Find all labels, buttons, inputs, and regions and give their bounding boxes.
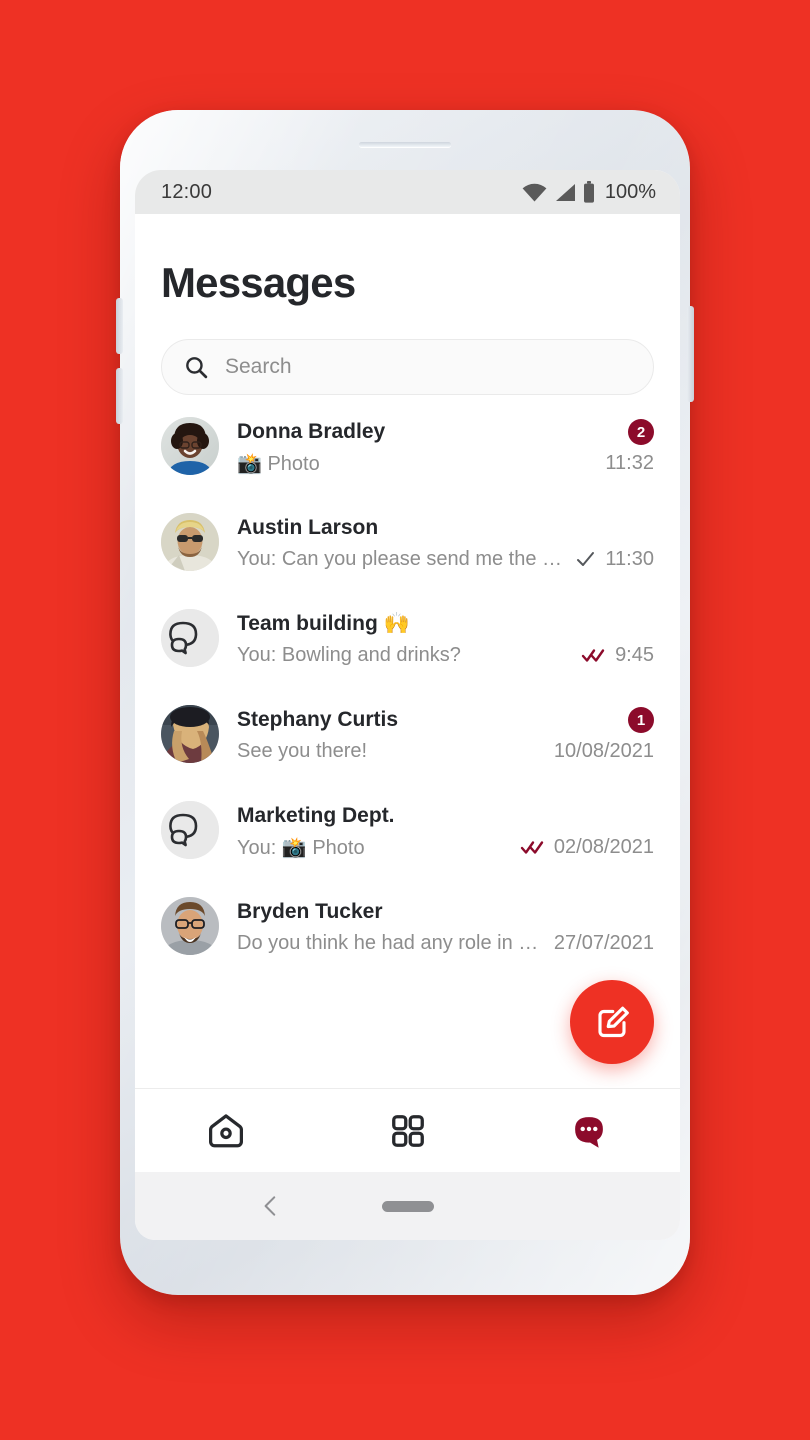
conversation-content: Bryden Tucker Do you think he had any ro… (237, 891, 654, 959)
conversation-name: Team building 🙌 (237, 612, 410, 635)
conversation-preview: You: 📸 Photo (237, 836, 365, 859)
status-bar: 12:00 100% (135, 170, 680, 214)
conversation-meta: 10/08/2021 (554, 740, 654, 763)
phone-screen: 12:00 100% Messages Search Donna Bradley… (135, 170, 680, 1240)
conversation-name: Marketing Dept. (237, 804, 395, 827)
conversation-preview: See you there! (237, 739, 368, 762)
bottom-tab-bar (135, 1088, 680, 1172)
compose-icon (598, 1006, 629, 1038)
tab-messages[interactable] (498, 1089, 680, 1172)
earpiece-speaker (359, 142, 451, 147)
power-button[interactable] (687, 306, 694, 402)
unread-badge: 2 (628, 419, 654, 445)
conversation-content: Austin Larson You: Can you please send m… (237, 507, 654, 575)
home-icon (208, 1113, 243, 1147)
messages-screen: Messages Search Donna Bradley 2 📸 Photo … (135, 214, 680, 1088)
single-check-icon (577, 552, 595, 566)
tab-home[interactable] (135, 1089, 317, 1172)
phone-device-frame: 12:00 100% Messages Search Donna Bradley… (116, 110, 694, 1295)
conversation-list: Donna Bradley 2 📸 Photo 11:32 Austin Lar… (135, 411, 680, 987)
volume-down-button[interactable] (116, 368, 123, 424)
unread-badge: 1 (628, 707, 654, 733)
conversation-time: 02/08/2021 (553, 835, 654, 858)
conversation-preview: You: Bowling and drinks? (237, 643, 461, 666)
avatar-donna-bradley (161, 417, 219, 475)
battery-icon (583, 181, 594, 203)
grid-apps-icon (391, 1114, 424, 1147)
tab-apps[interactable] (317, 1089, 499, 1172)
page-title: Messages (161, 259, 356, 306)
conversation-meta: 9:45 (581, 644, 654, 667)
conversation-time: 9:45 (615, 643, 654, 666)
double-check-icon (520, 841, 544, 854)
conversation-row[interactable]: Team building 🙌 You: Bowling and drinks?… (161, 603, 654, 699)
conversation-row[interactable]: Bryden Tucker Do you think he had any ro… (161, 891, 654, 987)
conversation-row[interactable]: Marketing Dept. You: 📸 Photo 02/08/2021 (161, 795, 654, 891)
conversation-content: Donna Bradley 2 📸 Photo 11:32 (237, 411, 654, 479)
conversation-meta: 11:32 (605, 452, 654, 475)
conversation-preview: 📸 Photo (237, 452, 320, 475)
conversation-meta: 27/07/2021 (554, 932, 654, 955)
double-check-icon (581, 649, 605, 662)
chevron-left-icon (264, 1196, 276, 1216)
volume-up-button[interactable] (116, 298, 123, 354)
conversation-row[interactable]: Stephany Curtis 1 See you there! 10/08/2… (161, 699, 654, 795)
conversation-meta: 11:30 (575, 548, 654, 571)
avatar-marketing-dept (161, 801, 219, 859)
conversation-row[interactable]: Austin Larson You: Can you please send m… (161, 507, 654, 603)
chat-bubble-icon (575, 1116, 604, 1148)
conversation-meta: 02/08/2021 (520, 836, 654, 859)
avatar-austin-larson (161, 513, 219, 571)
badge-slot: 2 (628, 419, 654, 445)
conversation-time: 27/07/2021 (553, 931, 654, 954)
conversation-content: Marketing Dept. You: 📸 Photo 02/08/2021 (237, 795, 654, 863)
conversation-content: Stephany Curtis 1 See you there! 10/08/2… (237, 699, 654, 767)
nav-home-pill[interactable] (381, 1200, 434, 1212)
conversation-name: Austin Larson (237, 516, 379, 539)
compose-message-fab[interactable] (570, 980, 654, 1064)
nav-back-button[interactable] (258, 1193, 284, 1219)
android-navigation-bar (135, 1172, 680, 1240)
battery-percent-label: 100% (604, 180, 656, 203)
avatar-team-building (161, 609, 219, 667)
conversation-time: 11:30 (605, 547, 654, 570)
conversation-time: 11:32 (605, 451, 654, 474)
avatar-stephany-curtis (161, 705, 219, 763)
badge-slot: 1 (628, 707, 654, 733)
status-bar-time: 12:00 (161, 180, 213, 203)
search-placeholder-text: Search (225, 355, 292, 378)
search-input[interactable]: Search (161, 339, 654, 395)
conversation-row[interactable]: Donna Bradley 2 📸 Photo 11:32 (161, 411, 654, 507)
cellular-signal-icon (555, 183, 575, 201)
status-bar-indicators: 100% (522, 181, 656, 204)
avatar-bryden-tucker (161, 897, 219, 955)
conversation-content: Team building 🙌 You: Bowling and drinks?… (237, 603, 654, 671)
search-icon (186, 356, 208, 378)
conversation-name: Donna Bradley (237, 420, 386, 443)
conversation-preview: You: Can you please send me the lates… (237, 547, 565, 570)
conversation-name: Bryden Tucker (237, 900, 383, 923)
conversation-name: Stephany Curtis (237, 708, 399, 731)
wifi-icon (522, 183, 547, 201)
conversation-preview: Do you think he had any role in m… (237, 931, 544, 954)
conversation-time: 10/08/2021 (553, 739, 654, 762)
